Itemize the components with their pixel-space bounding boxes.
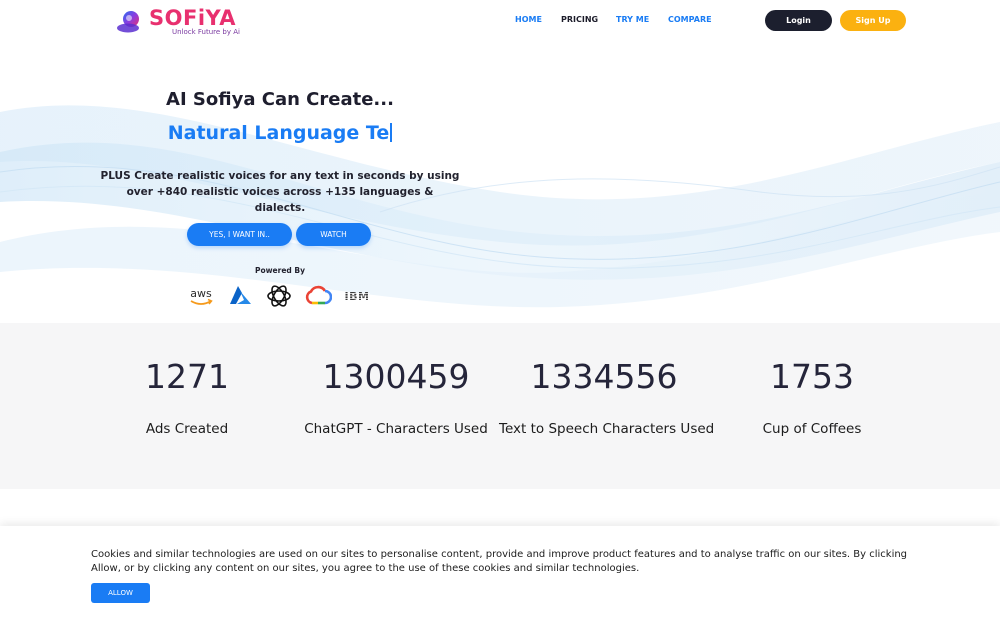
nav-item-pricing[interactable]: PRICING xyxy=(561,15,598,24)
stat-label: ChatGPT - Characters Used xyxy=(304,421,488,437)
hero-title: AI Sofiya Can Create... xyxy=(166,89,394,110)
ibm-icon: IBM xyxy=(344,290,370,303)
stat-value: 1334556 xyxy=(530,357,678,396)
watch-button[interactable]: WATCH xyxy=(296,223,371,246)
stats-section: 1271 Ads Created 1300459 ChatGPT - Chara… xyxy=(0,323,1000,489)
stat-label: Text to Speech Characters Used xyxy=(499,421,715,437)
page: SOFiYA Unlock Future by Ai HOME PRICING … xyxy=(0,0,1000,625)
yes-i-want-in-button[interactable]: YES, I WANT IN.. xyxy=(187,223,292,246)
typed-text: Natural Language Te xyxy=(167,122,390,144)
nav-item-try-me[interactable]: TRY ME xyxy=(616,15,649,24)
cookie-allow-button[interactable]: ALLOW xyxy=(91,583,150,603)
stat-value: 1753 xyxy=(770,357,854,396)
powered-by-label: Powered By xyxy=(254,266,306,275)
openai-icon xyxy=(267,285,291,307)
stat-label: Cup of Coffees xyxy=(762,421,862,437)
nav-item-compare[interactable]: COMPARE xyxy=(668,15,712,24)
cookie-notice-text: Cookies and similar technologies are use… xyxy=(91,549,908,574)
stat-value: 1300459 xyxy=(322,357,470,396)
top-navbar: SOFiYA Unlock Future by Ai HOME PRICING … xyxy=(0,0,1000,42)
cookie-banner: Cookies and similar technologies are use… xyxy=(0,526,1000,625)
signup-button[interactable]: Sign Up xyxy=(840,10,906,31)
hero-description: PLUS Create realistic voices for any tex… xyxy=(100,170,460,214)
brand-logo[interactable]: SOFiYA Unlock Future by Ai xyxy=(116,6,246,38)
nav-item-home[interactable]: HOME xyxy=(515,15,542,24)
stat-value: 1271 xyxy=(145,357,229,396)
brand-tagline: Unlock Future by Ai xyxy=(172,28,240,36)
azure-icon xyxy=(230,286,251,304)
stat-label: Ads Created xyxy=(145,421,229,437)
text-cursor xyxy=(390,123,393,142)
login-button[interactable]: Login xyxy=(765,10,832,31)
sofiya-logo-icon xyxy=(117,11,139,33)
hero-typed-text: Natural Language Te xyxy=(110,122,450,144)
aws-icon: aws xyxy=(190,287,213,305)
svg-text:aws: aws xyxy=(190,287,212,300)
svg-text:IBM: IBM xyxy=(345,290,370,303)
brand-name: SOFiYA xyxy=(149,6,236,30)
google-cloud-icon xyxy=(305,285,332,305)
